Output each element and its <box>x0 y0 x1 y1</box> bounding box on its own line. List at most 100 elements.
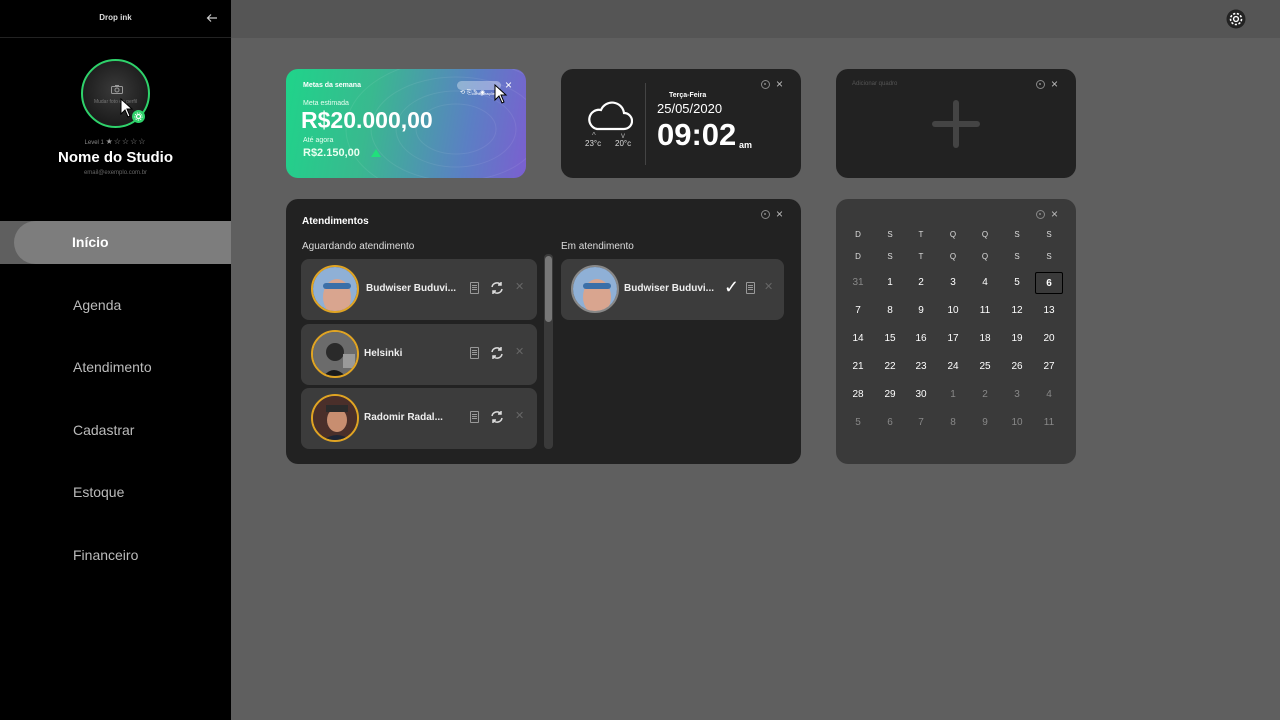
waiting-row[interactable]: Radomir Radal... ✕ <box>301 388 537 449</box>
waiting-row[interactable]: Helsinki ✕ <box>301 324 537 385</box>
plus-icon-vertical[interactable] <box>953 100 959 148</box>
remove-icon[interactable]: ✕ <box>764 280 773 293</box>
calendar-day[interactable]: 7 <box>907 412 935 434</box>
calendar-day[interactable]: 15 <box>876 328 904 350</box>
calendar-day[interactable]: 12 <box>1003 300 1031 322</box>
remove-icon[interactable]: ✕ <box>515 280 524 293</box>
calendar-day[interactable]: 21 <box>844 356 872 378</box>
calendar-day[interactable]: 30 <box>907 384 935 406</box>
calendar-day[interactable]: 31 <box>844 272 872 294</box>
gear-icon[interactable] <box>1226 9 1246 29</box>
nav-item-inicio[interactable]: Início <box>14 221 231 264</box>
remove-icon[interactable]: ✕ <box>515 409 524 422</box>
calendar-day[interactable]: 5 <box>1003 272 1031 294</box>
waiting-row[interactable]: Budwiser Buduvi... ✕ <box>301 259 537 320</box>
weekday-label: T <box>918 252 924 261</box>
close-icon[interactable]: × <box>776 207 783 221</box>
calendar-day[interactable]: 5 <box>844 412 872 434</box>
calendar-day[interactable]: 22 <box>876 356 904 378</box>
transfer-icon[interactable] <box>489 345 505 361</box>
calendar-day[interactable]: 24 <box>939 356 967 378</box>
transfer-icon[interactable] <box>489 280 505 296</box>
calendar-day[interactable]: 8 <box>939 412 967 434</box>
waiting-scrollbar[interactable] <box>544 254 553 449</box>
trend-up-icon <box>371 149 381 157</box>
calendar-day[interactable]: 27 <box>1035 356 1063 378</box>
remove-icon[interactable]: ✕ <box>515 345 524 358</box>
calendar-day[interactable]: 2 <box>971 384 999 406</box>
attendance-title: Atendimentos <box>302 216 369 227</box>
date: 25/05/2020 <box>657 101 723 116</box>
calendar-day[interactable]: 1 <box>939 384 967 406</box>
calendar-day[interactable]: 3 <box>939 272 967 294</box>
document-icon[interactable] <box>470 411 479 423</box>
calendar-day[interactable]: 4 <box>1035 384 1063 406</box>
level-indicator: Level 1 ★☆☆☆☆ <box>0 137 231 146</box>
calendar-day[interactable]: 13 <box>1035 300 1063 322</box>
check-icon[interactable]: ✓ <box>724 277 739 298</box>
document-icon[interactable] <box>470 347 479 359</box>
close-icon[interactable]: × <box>776 77 783 91</box>
calendar-day[interactable]: 2 <box>907 272 935 294</box>
in-progress-row[interactable]: Budwiser Buduvi... ✓ ✕ <box>561 259 784 320</box>
nav-item-agenda[interactable]: Agenda <box>73 297 121 313</box>
calendar-day[interactable]: 1 <box>876 272 904 294</box>
close-icon[interactable]: × <box>1051 77 1058 91</box>
camera-icon <box>111 85 123 94</box>
calendar-day[interactable]: 9 <box>907 300 935 322</box>
calendar-day[interactable]: 19 <box>1003 328 1031 350</box>
visibility-icon[interactable] <box>761 80 770 89</box>
document-icon[interactable] <box>470 282 479 294</box>
mouse-cursor-icon <box>120 98 134 118</box>
calendar-day[interactable]: 18 <box>971 328 999 350</box>
app-brand: Drop ink <box>99 13 132 22</box>
change-photo-label: Mudar foto do perfil <box>93 99 138 105</box>
calendar-day[interactable]: 11 <box>971 300 999 322</box>
clock-time: 09:02 <box>657 117 737 152</box>
calendar-day[interactable]: 10 <box>1003 412 1031 434</box>
studio-email: email@exemplo.com.br <box>83 170 148 176</box>
calendar-day[interactable]: 23 <box>907 356 935 378</box>
current-label: Até agora <box>303 137 334 144</box>
calendar-day[interactable]: 11 <box>1035 412 1063 434</box>
calendar-day[interactable]: 29 <box>876 384 904 406</box>
calendar-day[interactable]: 9 <box>971 412 999 434</box>
nav-item-cadastrar[interactable]: Cadastrar <box>73 422 134 438</box>
calendar-day[interactable]: 26 <box>1003 356 1031 378</box>
collapse-arrow-icon[interactable] <box>206 12 220 26</box>
calendar-day[interactable]: 4 <box>971 272 999 294</box>
current-value: R$2.150,00 <box>303 147 360 159</box>
nav-item-estoque[interactable]: Estoque <box>73 484 124 500</box>
calendar-day[interactable]: 7 <box>844 300 872 322</box>
calendar-day[interactable]: 6 <box>1035 272 1063 294</box>
calendar-day[interactable]: 14 <box>844 328 872 350</box>
calendar-day[interactable]: 20 <box>1035 328 1063 350</box>
nav-item-atendimento[interactable]: Atendimento <box>73 359 152 375</box>
scrollbar-thumb[interactable] <box>545 256 552 322</box>
calendar-day[interactable]: 10 <box>939 300 967 322</box>
calendar-day[interactable]: 17 <box>939 328 967 350</box>
calendar-day[interactable]: 8 <box>876 300 904 322</box>
visibility-icon[interactable] <box>1036 80 1045 89</box>
client-name: Helsinki <box>364 348 403 359</box>
calendar-day[interactable]: 25 <box>971 356 999 378</box>
transfer-icon[interactable] <box>489 409 505 425</box>
add-board-card[interactable]: Adicionar quadro × <box>836 69 1076 178</box>
goal-title: Metas da semana <box>303 82 361 89</box>
add-board-title: Adicionar quadro <box>852 81 898 87</box>
visibility-icon[interactable] <box>761 210 770 219</box>
calendar-day[interactable]: 28 <box>844 384 872 406</box>
client-photo <box>311 330 359 378</box>
calendar-day[interactable]: 16 <box>907 328 935 350</box>
client-photo <box>571 265 619 313</box>
nav-item-financeiro[interactable]: Financeiro <box>73 547 138 563</box>
calendar-day[interactable]: 6 <box>876 412 904 434</box>
sidebar: Drop ink Mudar foto do perfil Level 1 ★☆… <box>0 0 231 720</box>
calendar-day[interactable]: 3 <box>1003 384 1031 406</box>
visibility-icon[interactable] <box>1036 210 1045 219</box>
close-icon[interactable]: × <box>1051 207 1058 221</box>
document-icon[interactable] <box>746 282 755 294</box>
level-label: Level 1 <box>84 140 104 146</box>
min-temperature: 20°c <box>615 139 632 148</box>
weather-clock-card: × ^ v 23°c 20°c Terça-Feira 25/05/2020 0… <box>561 69 801 178</box>
